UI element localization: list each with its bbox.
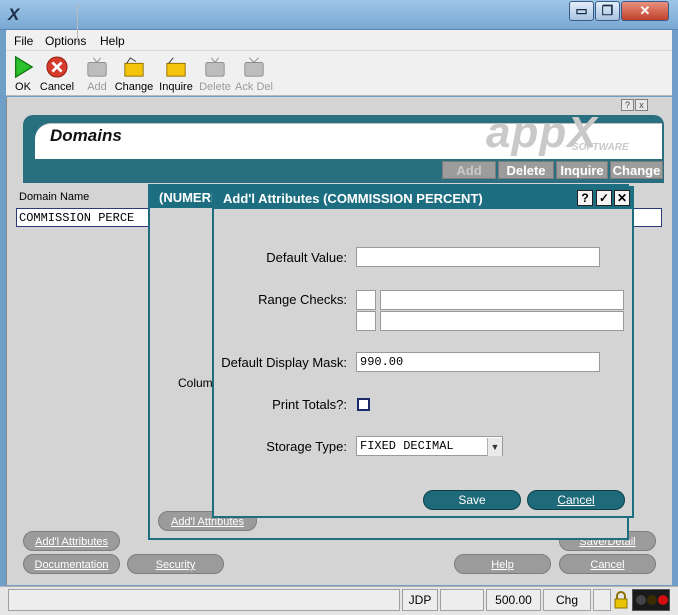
ack-delete-button[interactable]: Ack Del	[235, 53, 273, 98]
security-button[interactable]: Security	[127, 554, 224, 574]
add-tv-icon	[87, 57, 107, 77]
page-title: Domains	[50, 126, 122, 145]
header-delete-button[interactable]: Delete	[498, 161, 554, 179]
range-check-value-1[interactable]	[380, 290, 624, 310]
status-light-icon	[636, 595, 646, 605]
panel-cancel-button[interactable]: Cancel	[559, 554, 656, 574]
status-message-area	[8, 589, 400, 611]
status-mode: Chg	[543, 589, 591, 611]
dialog-close-button[interactable]: ✕	[614, 190, 630, 206]
print-totals-checkbox[interactable]	[357, 398, 370, 411]
default-value-input[interactable]	[356, 247, 600, 267]
display-mask-label: Default Display Mask:	[221, 355, 347, 370]
dialog-cancel-button[interactable]: Cancel	[527, 490, 625, 510]
status-blank-2	[593, 589, 611, 611]
status-light-icon	[658, 595, 668, 605]
close-window-button[interactable]: ✕	[621, 1, 669, 21]
ack-delete-tv-icon	[244, 57, 264, 77]
cancel-x-icon	[46, 56, 68, 78]
status-user: JDP	[402, 589, 438, 611]
storage-type-label: Storage Type:	[266, 439, 347, 454]
print-totals-label: Print Totals?:	[272, 397, 347, 412]
menu-file[interactable]: File	[14, 34, 33, 48]
range-check-operator-1[interactable]	[356, 290, 376, 310]
domain-name-cell: COMMISSION PERCE	[19, 211, 135, 225]
addl-attributes-title: Add'l Attributes (COMMISSION PERCENT)	[223, 191, 483, 206]
cancel-button[interactable]: Cancel	[38, 53, 76, 98]
status-value: 500.00	[486, 589, 541, 611]
status-blank	[440, 589, 484, 611]
menu-options[interactable]: Options	[45, 34, 86, 48]
addl-attributes-button[interactable]: Add'l Attributes	[23, 531, 120, 551]
dialog-save-button[interactable]: Save	[423, 490, 521, 510]
status-lights	[632, 589, 670, 611]
display-mask-input[interactable]: 990.00	[356, 352, 600, 372]
delete-button[interactable]: Delete	[196, 53, 234, 98]
menu-help[interactable]: Help	[100, 34, 125, 48]
numeric-dialog-column-label: Colum	[178, 376, 213, 390]
range-checks-label: Range Checks:	[258, 292, 347, 307]
minimize-button[interactable]: ▭	[569, 1, 594, 21]
column-header-domain-name: Domain Name	[19, 191, 90, 203]
header-add-button[interactable]: Add	[442, 161, 496, 179]
change-label: Change	[114, 81, 154, 93]
inquire-folder-icon	[166, 57, 186, 77]
ok-play-icon	[14, 56, 34, 78]
change-button[interactable]: Change	[115, 53, 153, 98]
restore-button[interactable]: ❐	[595, 1, 620, 21]
dialog-help-button[interactable]: ?	[577, 190, 593, 206]
app-x-icon: X	[8, 5, 20, 24]
storage-type-select[interactable]: FIXED DECIMAL	[356, 436, 503, 456]
header-change-button[interactable]: Change	[610, 161, 663, 179]
change-folder-icon	[124, 57, 144, 77]
range-check-operator-2[interactable]	[356, 311, 376, 331]
toolbar-separator	[77, 4, 78, 42]
lock-icon	[613, 591, 629, 609]
header-inquire-button[interactable]: Inquire	[556, 161, 608, 179]
dialog-ok-button[interactable]: ✓	[596, 190, 612, 206]
numeric-dialog-title: (NUMERI	[159, 190, 215, 205]
panel-help-button[interactable]: ?	[621, 99, 634, 111]
range-check-value-2[interactable]	[380, 311, 624, 331]
status-light-icon	[647, 595, 657, 605]
panel-close-button[interactable]: x	[635, 99, 648, 111]
documentation-button[interactable]: Documentation	[23, 554, 120, 574]
delete-tv-icon	[205, 57, 225, 77]
appx-logo-sub: SOFTWARE	[572, 142, 629, 153]
inquire-button[interactable]: Inquire	[157, 53, 195, 98]
help-button[interactable]: Help	[454, 554, 551, 574]
chevron-down-icon[interactable]: ▼	[487, 438, 502, 456]
ack-delete-label: Ack Del	[235, 81, 273, 93]
default-value-label: Default Value:	[266, 250, 347, 265]
